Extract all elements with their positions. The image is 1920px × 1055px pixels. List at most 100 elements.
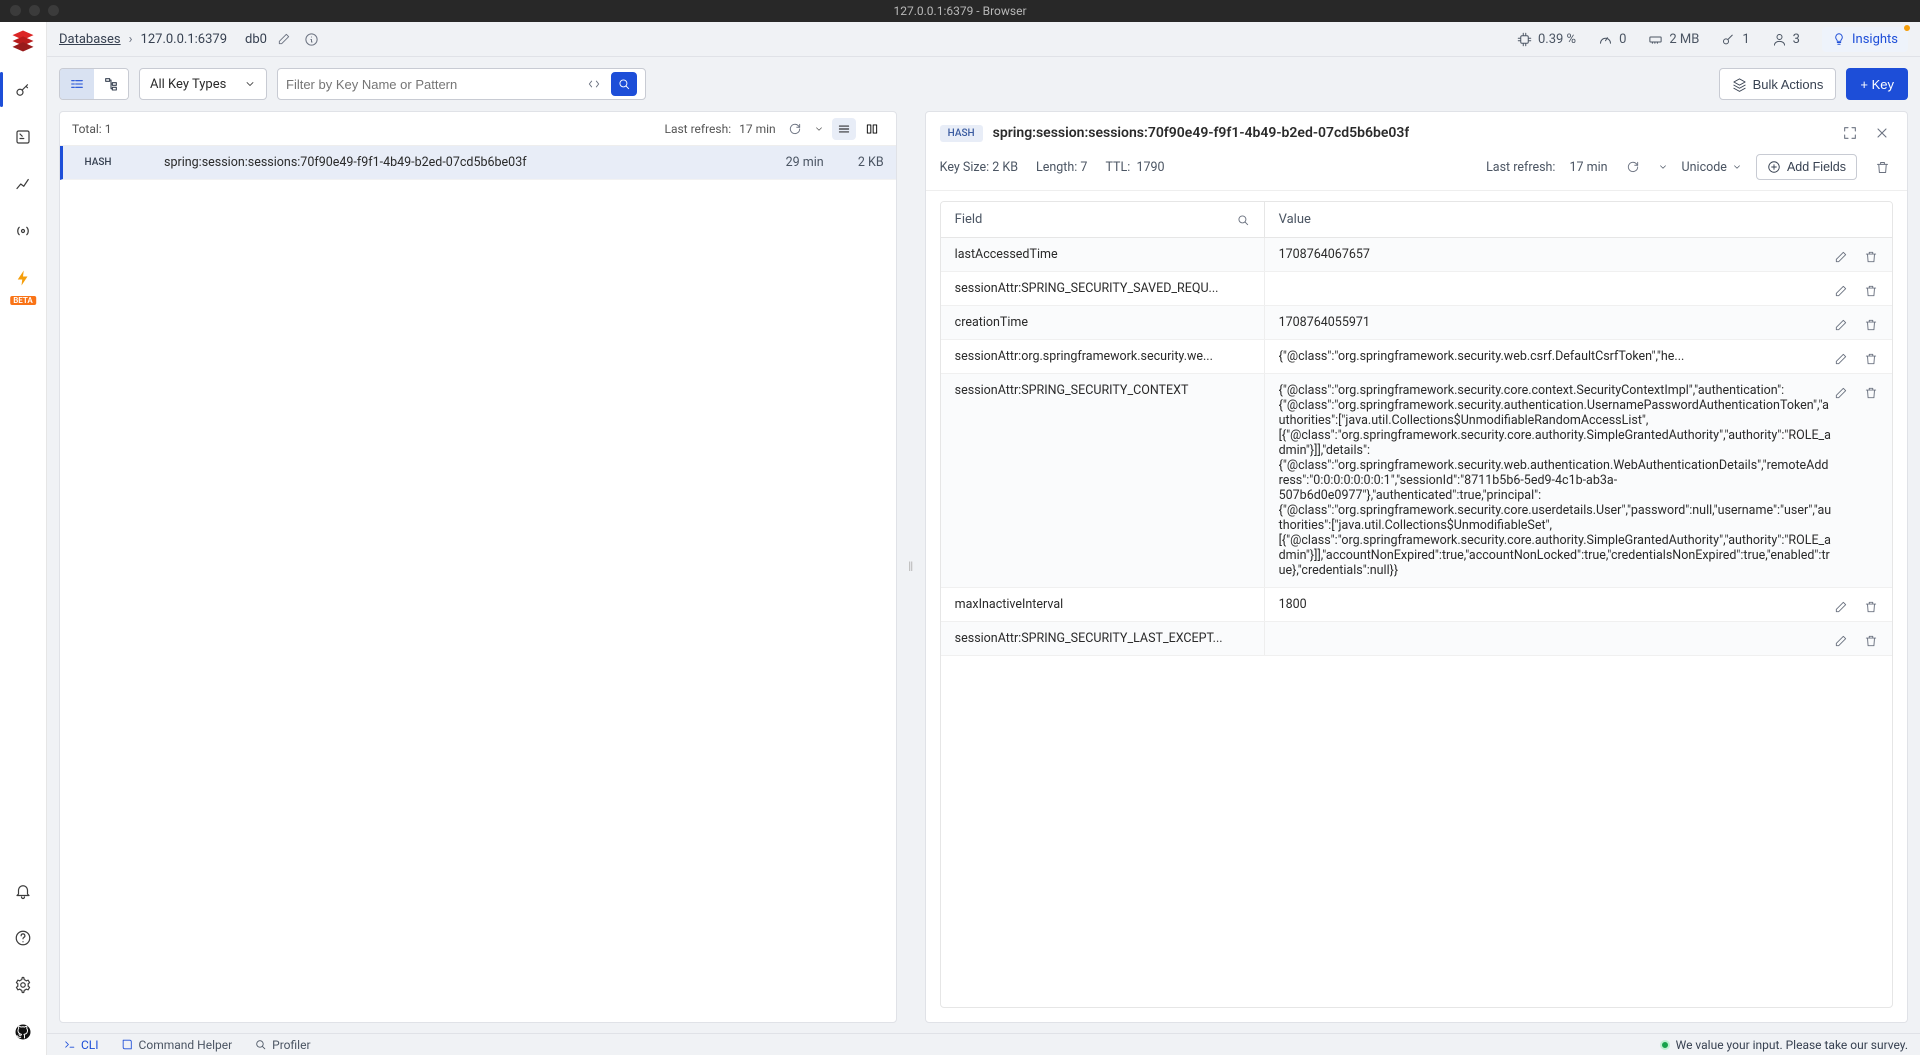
field-cell: lastAccessedTime xyxy=(941,238,1264,272)
breadcrumb-endpoint: 127.0.0.1:6379 xyxy=(141,32,228,47)
nav-github[interactable] xyxy=(0,1008,47,1055)
panel-resizer[interactable]: ‖ xyxy=(909,111,913,1023)
value-cell: 1708764067657 xyxy=(1264,238,1892,272)
edit-row-button[interactable] xyxy=(1830,348,1852,370)
view-mode-toggle xyxy=(59,68,129,100)
delete-row-button[interactable] xyxy=(1860,630,1882,652)
value-cell: 1800 xyxy=(1264,588,1892,622)
delete-row-button[interactable] xyxy=(1860,382,1882,404)
nav-triggers[interactable]: BETA xyxy=(0,254,47,301)
footer-profiler-tab[interactable]: Profiler xyxy=(250,1038,314,1052)
table-row[interactable]: sessionAttr:SPRING_SECURITY_SAVED_REQU..… xyxy=(941,272,1892,306)
field-header: Field xyxy=(941,202,1264,238)
table-row[interactable]: lastAccessedTime1708764067657 xyxy=(941,238,1892,272)
key-type-label: HASH xyxy=(72,157,124,168)
key-type-select[interactable]: All Key Types xyxy=(139,68,267,100)
status-dot-icon xyxy=(1660,1040,1670,1050)
table-row[interactable]: maxInactiveInterval1800 xyxy=(941,588,1892,622)
tree-view-button[interactable] xyxy=(94,69,128,99)
filter-input[interactable] xyxy=(286,77,577,92)
list-icon xyxy=(69,76,85,92)
list-layout-button[interactable] xyxy=(832,118,856,140)
key-type-badge: HASH xyxy=(940,125,983,142)
delete-row-button[interactable] xyxy=(1860,314,1882,336)
key-size: 2 KB xyxy=(992,160,1018,175)
profiler-icon xyxy=(254,1038,267,1051)
header: Databases › 127.0.0.1:6379 db0 0.39 % 0 xyxy=(47,22,1920,57)
delete-row-button[interactable] xyxy=(1860,246,1882,268)
delete-row-button[interactable] xyxy=(1860,280,1882,302)
analytics-icon xyxy=(14,175,32,193)
refresh-icon xyxy=(1626,160,1640,174)
encoding-select[interactable]: Unicode xyxy=(1682,160,1742,175)
edit-row-button[interactable] xyxy=(1830,280,1852,302)
close-button[interactable] xyxy=(1871,122,1893,144)
key-icon xyxy=(14,81,32,99)
chevron-down-icon[interactable] xyxy=(1658,162,1668,172)
expand-icon xyxy=(1842,125,1858,141)
cpu-icon xyxy=(1517,32,1532,47)
field-cell: sessionAttr:SPRING_SECURITY_CONTEXT xyxy=(941,374,1264,588)
list-view-button[interactable] xyxy=(60,69,94,99)
stat-clients: 3 xyxy=(1772,32,1800,47)
fullscreen-button[interactable] xyxy=(1839,122,1861,144)
scan-icon[interactable] xyxy=(583,73,605,95)
survey-text[interactable]: We value your input. Please take our sur… xyxy=(1676,1038,1908,1052)
insights-button[interactable]: Insights xyxy=(1822,27,1908,52)
tree-icon xyxy=(103,76,119,92)
toolbar: All Key Types Bulk Actions + Key xyxy=(47,57,1920,111)
chevron-down-icon[interactable] xyxy=(814,124,824,134)
columns-layout-button[interactable] xyxy=(860,118,884,140)
traffic-close-icon[interactable] xyxy=(10,5,21,16)
edit-icon[interactable] xyxy=(273,28,295,50)
book-icon xyxy=(121,1038,134,1051)
value-header: Value xyxy=(1264,202,1892,238)
delete-row-button[interactable] xyxy=(1860,348,1882,370)
chevron-down-icon xyxy=(244,78,256,90)
nav-notifications[interactable] xyxy=(0,867,47,914)
nav-browser[interactable] xyxy=(0,66,47,113)
nav-settings[interactable] xyxy=(0,961,47,1008)
trash-icon xyxy=(1875,160,1890,175)
key-ttl-label: 29 min xyxy=(754,155,824,170)
traffic-max-icon[interactable] xyxy=(48,5,59,16)
footer-helper-tab[interactable]: Command Helper xyxy=(117,1038,237,1052)
table-row[interactable]: sessionAttr:SPRING_SECURITY_LAST_EXCEPT.… xyxy=(941,622,1892,656)
bulk-actions-button[interactable]: Bulk Actions xyxy=(1719,68,1837,100)
value-cell: {"@class":"org.springframework.security.… xyxy=(1264,340,1892,374)
edit-row-button[interactable] xyxy=(1830,382,1852,404)
search-button[interactable] xyxy=(611,72,637,96)
pubsub-icon xyxy=(14,222,32,240)
value-refresh-button[interactable] xyxy=(1622,156,1644,178)
table-row[interactable]: creationTime1708764055971 xyxy=(941,306,1892,340)
info-icon[interactable] xyxy=(301,28,323,50)
stat-keys: 1 xyxy=(1721,32,1749,47)
rows-icon xyxy=(837,122,851,136)
edit-row-button[interactable] xyxy=(1830,314,1852,336)
bell-icon xyxy=(14,882,32,900)
nav-pubsub[interactable] xyxy=(0,207,47,254)
nav-workbench[interactable] xyxy=(0,113,47,160)
last-refresh-label: Last refresh: xyxy=(665,122,732,136)
gauge-icon xyxy=(1598,32,1613,47)
nav-help[interactable] xyxy=(0,914,47,961)
edit-row-button[interactable] xyxy=(1830,630,1852,652)
edit-row-button[interactable] xyxy=(1830,246,1852,268)
footer-cli-tab[interactable]: CLI xyxy=(59,1038,103,1052)
add-fields-button[interactable]: Add Fields xyxy=(1756,154,1857,180)
delete-row-button[interactable] xyxy=(1860,596,1882,618)
traffic-min-icon[interactable] xyxy=(29,5,40,16)
value-cell xyxy=(1264,272,1892,306)
nav-analysis[interactable] xyxy=(0,160,47,207)
table-row[interactable]: sessionAttr:SPRING_SECURITY_CONTEXT{"@cl… xyxy=(941,374,1892,588)
refresh-button[interactable] xyxy=(784,118,806,140)
field-search-button[interactable] xyxy=(1232,209,1254,231)
table-row[interactable]: sessionAttr:org.springframework.security… xyxy=(941,340,1892,374)
key-row[interactable]: HASHspring:session:sessions:70f90e49-f9f… xyxy=(60,146,896,180)
edit-row-button[interactable] xyxy=(1830,596,1852,618)
breadcrumb-databases[interactable]: Databases xyxy=(59,32,121,47)
columns-icon xyxy=(865,122,879,136)
delete-key-button[interactable] xyxy=(1871,156,1893,178)
add-key-button[interactable]: + Key xyxy=(1846,68,1908,100)
github-icon xyxy=(14,1023,32,1041)
